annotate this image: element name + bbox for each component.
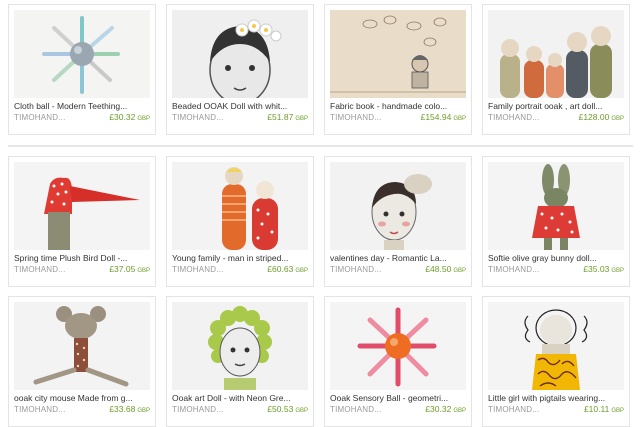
listing-meta: TIMOHAND... £37.05 GBP xyxy=(14,264,150,277)
listing-price: £60.63 GBP xyxy=(267,264,308,274)
listing-card[interactable]: Ooak Sensory Ball - geometri... TIMOHAND… xyxy=(324,296,472,427)
listing-title[interactable]: Softie olive gray bunny doll... xyxy=(488,253,624,264)
listing-image[interactable] xyxy=(488,10,624,98)
shop-name[interactable]: TIMOHAND... xyxy=(172,404,224,415)
listing-title[interactable]: Little girl with pigtails wearing... xyxy=(488,393,624,404)
listing-price: £37.05 GBP xyxy=(109,264,150,274)
listing-meta: TIMOHAND... £35.03 GBP xyxy=(488,264,624,277)
listing-title[interactable]: Family portrait ooak , art doll... xyxy=(488,101,624,112)
shop-name[interactable]: TIMOHAND... xyxy=(14,112,66,123)
listing-title[interactable]: Ooak art Doll - with Neon Gre... xyxy=(172,393,308,404)
listing-title[interactable]: Young family - man in striped... xyxy=(172,253,308,264)
listing-title[interactable]: valentines day - Romantic La... xyxy=(330,253,466,264)
listing-title[interactable]: ooak city mouse Made from g... xyxy=(14,393,150,404)
shop-name[interactable]: TIMOHAND... xyxy=(172,112,224,123)
listing-card[interactable]: Little girl with pigtails wearing... TIM… xyxy=(482,296,630,427)
listing-grid-top: Cloth ball - Modern Teething... TIMOHAND… xyxy=(8,4,633,135)
listing-meta: TIMOHAND... £50.53 GBP xyxy=(172,404,308,417)
shop-name[interactable]: TIMOHAND... xyxy=(488,264,540,275)
listing-card[interactable]: Fabric book - handmade colo... TIMOHAND.… xyxy=(324,4,472,135)
listing-price: £30.32 GBP xyxy=(425,404,466,414)
listing-title[interactable]: Ooak Sensory Ball - geometri... xyxy=(330,393,466,404)
listing-card[interactable]: Beaded OOAK Doll with whit... TIMOHAND..… xyxy=(166,4,314,135)
shop-name[interactable]: TIMOHAND... xyxy=(330,112,382,123)
shop-name[interactable]: TIMOHAND... xyxy=(14,264,66,275)
shop-name[interactable]: TIMOHAND... xyxy=(172,264,224,275)
listing-card[interactable]: Softie olive gray bunny doll... TIMOHAND… xyxy=(482,156,630,287)
listing-image[interactable] xyxy=(488,302,624,390)
listing-image[interactable] xyxy=(488,162,624,250)
listing-card[interactable]: ooak city mouse Made from g... TIMOHAND.… xyxy=(8,296,156,427)
listing-meta: TIMOHAND... £60.63 GBP xyxy=(172,264,308,277)
listing-card[interactable]: Cloth ball - Modern Teething... TIMOHAND… xyxy=(8,4,156,135)
listing-image[interactable] xyxy=(330,10,466,98)
listing-card[interactable]: Young family - man in striped... TIMOHAN… xyxy=(166,156,314,287)
shop-name[interactable]: TIMOHAND... xyxy=(488,112,540,123)
listing-image[interactable] xyxy=(330,302,466,390)
listing-meta: TIMOHAND... £48.50 GBP xyxy=(330,264,466,277)
listing-price: £33.68 GBP xyxy=(109,404,150,414)
listing-card[interactable]: Ooak art Doll - with Neon Gre... TIMOHAN… xyxy=(166,296,314,427)
listing-image[interactable] xyxy=(172,162,308,250)
listing-price: £30.32 GBP xyxy=(109,112,150,122)
listing-price: £10.11 GBP xyxy=(583,404,624,414)
listing-title[interactable]: Cloth ball - Modern Teething... xyxy=(14,101,150,112)
listing-title[interactable]: Fabric book - handmade colo... xyxy=(330,101,466,112)
listing-grid-bottom: Spring time Plush Bird Doll -... TIMOHAN… xyxy=(8,156,633,427)
shop-name[interactable]: TIMOHAND... xyxy=(14,404,66,415)
listing-image[interactable] xyxy=(14,162,150,250)
shop-name[interactable]: TIMOHAND... xyxy=(488,404,540,415)
listing-price: £154.94 GBP xyxy=(420,112,466,122)
listing-title[interactable]: Beaded OOAK Doll with whit... xyxy=(172,101,308,112)
listing-meta: TIMOHAND... £51.87 GBP xyxy=(172,112,308,125)
listing-image[interactable] xyxy=(172,10,308,98)
listing-meta: TIMOHAND... £10.11 GBP xyxy=(488,404,624,417)
listing-price: £50.53 GBP xyxy=(267,404,308,414)
shop-name[interactable]: TIMOHAND... xyxy=(330,404,382,415)
listing-image[interactable] xyxy=(330,162,466,250)
listing-meta: TIMOHAND... £33.68 GBP xyxy=(14,404,150,417)
listing-meta: TIMOHAND... £154.94 GBP xyxy=(330,112,466,125)
listing-card[interactable]: Spring time Plush Bird Doll -... TIMOHAN… xyxy=(8,156,156,287)
shop-name[interactable]: TIMOHAND... xyxy=(330,264,382,275)
listing-title[interactable]: Spring time Plush Bird Doll -... xyxy=(14,253,150,264)
listing-price: £128.00 GBP xyxy=(578,112,624,122)
listing-price: £51.87 GBP xyxy=(267,112,308,122)
listing-image[interactable] xyxy=(14,302,150,390)
listing-card[interactable]: Family portrait ooak , art doll... TIMOH… xyxy=(482,4,630,135)
listing-price: £48.50 GBP xyxy=(425,264,466,274)
section-divider xyxy=(8,145,633,147)
listing-meta: TIMOHAND... £128.00 GBP xyxy=(488,112,624,125)
listing-image[interactable] xyxy=(172,302,308,390)
listing-price: £35.03 GBP xyxy=(583,264,624,274)
listing-image[interactable] xyxy=(14,10,150,98)
listing-meta: TIMOHAND... £30.32 GBP xyxy=(330,404,466,417)
listing-meta: TIMOHAND... £30.32 GBP xyxy=(14,112,150,125)
listing-card[interactable]: valentines day - Romantic La... TIMOHAND… xyxy=(324,156,472,287)
